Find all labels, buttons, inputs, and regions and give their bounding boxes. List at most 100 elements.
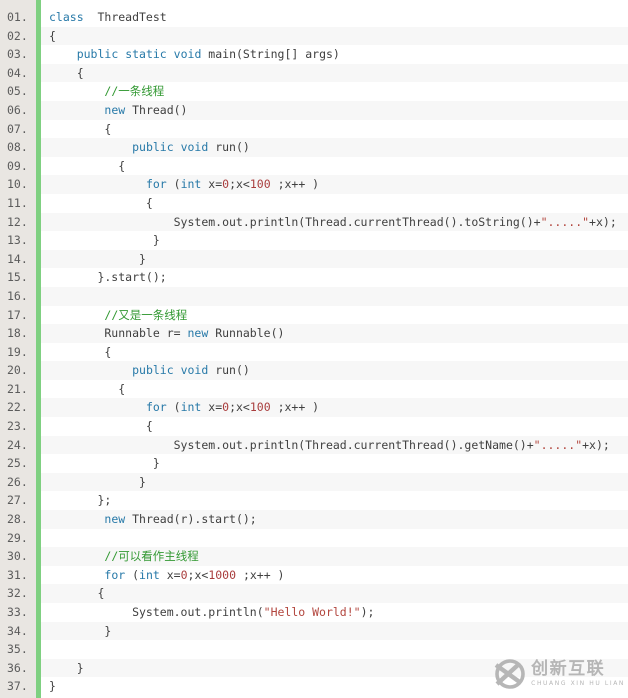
watermark: 创新互联 CHUANG XIN HU LIAN bbox=[492, 657, 625, 691]
line-number: 18. bbox=[7, 326, 28, 341]
code-line-text: Runnable r= new Runnable() bbox=[41, 324, 628, 343]
code-line: 24. System.out.println(Thread.currentThr… bbox=[0, 435, 628, 455]
code-line-text: } bbox=[49, 233, 160, 248]
line-number: 34. bbox=[7, 623, 28, 638]
code-line: 32. { bbox=[0, 584, 628, 603]
code-line-text: //一条线程 bbox=[104, 84, 165, 99]
line-number: 09. bbox=[7, 158, 28, 173]
code-line: 12. System.out.println(Thread.currentThr… bbox=[0, 212, 628, 232]
line-number: 25. bbox=[7, 456, 28, 471]
line-number: 16. bbox=[7, 288, 28, 303]
line-number: 27. bbox=[7, 493, 28, 508]
code-line: 05. //一条线程 bbox=[0, 82, 628, 101]
line-number: 21. bbox=[7, 381, 28, 396]
line-number: 26. bbox=[7, 474, 28, 489]
code-line: 11. { bbox=[0, 194, 628, 213]
code-line: 25. } bbox=[0, 454, 628, 473]
line-number: 20. bbox=[7, 363, 28, 378]
line-number: 19. bbox=[7, 344, 28, 359]
code-line-text: new Thread() bbox=[41, 100, 628, 120]
code-line: 19. { bbox=[0, 343, 628, 362]
code-line-text: for (int x=0;x<100 ;x++ ) bbox=[41, 175, 628, 194]
code-line-text bbox=[41, 529, 628, 548]
code-line-text: { bbox=[49, 419, 153, 434]
watermark-text: 创新互联 CHUANG XIN HU LIAN bbox=[531, 659, 625, 688]
line-number: 13. bbox=[7, 233, 28, 248]
code-line-text: System.out.println(Thread.currentThread(… bbox=[41, 212, 628, 232]
code-line-text: { bbox=[41, 584, 628, 603]
code-line: 15. }.start(); bbox=[0, 268, 628, 287]
line-number: 29. bbox=[7, 530, 28, 545]
line-number: 05. bbox=[7, 84, 28, 99]
line-number: 12. bbox=[7, 214, 28, 229]
line-number: 15. bbox=[7, 270, 28, 285]
code-line: 09. { bbox=[0, 157, 628, 176]
watermark-brand: 创新互联 bbox=[531, 659, 606, 679]
code-line: 34. } bbox=[0, 621, 628, 641]
line-number: 07. bbox=[7, 121, 28, 136]
line-number: 08. bbox=[7, 140, 28, 155]
code-line-text: for (int x=0;x<100 ;x++ ) bbox=[41, 398, 628, 418]
code-line-text: { bbox=[49, 344, 112, 359]
line-number: 32. bbox=[7, 586, 28, 601]
code-line-text: } bbox=[41, 621, 628, 641]
code-line: 06. new Thread() bbox=[0, 100, 628, 120]
code-line: 07. { bbox=[0, 120, 628, 139]
line-number: 14. bbox=[7, 251, 28, 266]
code-line-text: System.out.println("Hello World!"); bbox=[49, 605, 375, 619]
code-line: 14. } bbox=[0, 249, 628, 269]
code-line: 31. for (int x=0;x<1000 ;x++ ) bbox=[0, 566, 628, 585]
code-line-text: { bbox=[49, 195, 153, 210]
code-line: 01. class ThreadTest bbox=[0, 8, 628, 27]
watermark-subtext: CHUANG XIN HU LIAN bbox=[531, 680, 625, 687]
code-line-text: public static void main(String[] args) bbox=[76, 47, 340, 62]
code-line-text: { bbox=[41, 26, 628, 46]
code-line-text: public void run() bbox=[41, 361, 628, 380]
line-number: 31. bbox=[7, 567, 28, 582]
code-line: 02. { bbox=[0, 26, 628, 46]
line-number: 37. bbox=[7, 679, 28, 694]
code-line: 27. }; bbox=[0, 491, 628, 510]
line-number: 33. bbox=[7, 605, 28, 619]
line-number: 22. bbox=[7, 400, 28, 415]
code-line: 10. for (int x=0;x<100 ;x++ ) bbox=[0, 175, 628, 194]
code-line-text: }.start(); bbox=[49, 270, 167, 285]
line-number: 35. bbox=[7, 642, 28, 657]
code-line: 20. public void run() bbox=[0, 361, 628, 380]
line-number: 23. bbox=[7, 419, 28, 434]
line-number: 11. bbox=[7, 195, 28, 210]
code-line: 21. { bbox=[0, 380, 628, 399]
line-number: 06. bbox=[7, 102, 28, 117]
code-line: 18. Runnable r= new Runnable() bbox=[0, 324, 628, 343]
code-line: 29. bbox=[0, 529, 628, 548]
code-line: 13. } bbox=[0, 231, 628, 250]
code-line-text: { bbox=[41, 63, 628, 83]
line-number: 36. bbox=[7, 660, 28, 675]
code-line-text: class ThreadTest bbox=[49, 10, 167, 24]
code-line-text: //又是一条线程 bbox=[104, 307, 188, 322]
code-line-text: System.out.println(Thread.currentThread(… bbox=[41, 435, 628, 455]
code-line: 16. bbox=[0, 286, 628, 306]
code-line: 33. System.out.println("Hello World!"); bbox=[0, 603, 628, 622]
code-line-text: //可以看作主线程 bbox=[41, 547, 628, 566]
code-line: 30. //可以看作主线程 bbox=[0, 547, 628, 566]
brand-x-circle-logo-icon bbox=[494, 659, 525, 689]
line-number: 03. bbox=[7, 47, 28, 62]
line-number: 24. bbox=[7, 437, 28, 452]
code-line-text: } bbox=[49, 456, 160, 471]
line-number: 28. bbox=[7, 512, 28, 527]
code-line: 23. { bbox=[0, 417, 628, 436]
code-line: 35. bbox=[0, 640, 628, 659]
line-number: 01. bbox=[7, 10, 28, 24]
code-line-text: { bbox=[49, 158, 126, 173]
code-line-text bbox=[41, 640, 628, 659]
code-line-text: }; bbox=[49, 493, 112, 508]
code-snippet-viewer: 01. class ThreadTest 02. {03. public static… bbox=[0, 0, 628, 698]
code-line-text: for (int x=0;x<1000 ;x++ ) bbox=[104, 567, 285, 582]
code-line-text: } bbox=[41, 249, 628, 269]
code-line: 08. public void run() bbox=[0, 138, 628, 157]
line-number: 04. bbox=[7, 65, 28, 80]
code-line: 22. for (int x=0;x<100 ;x++ ) bbox=[0, 398, 628, 418]
line-number: 10. bbox=[7, 177, 28, 192]
code-line-text: } bbox=[41, 472, 628, 492]
